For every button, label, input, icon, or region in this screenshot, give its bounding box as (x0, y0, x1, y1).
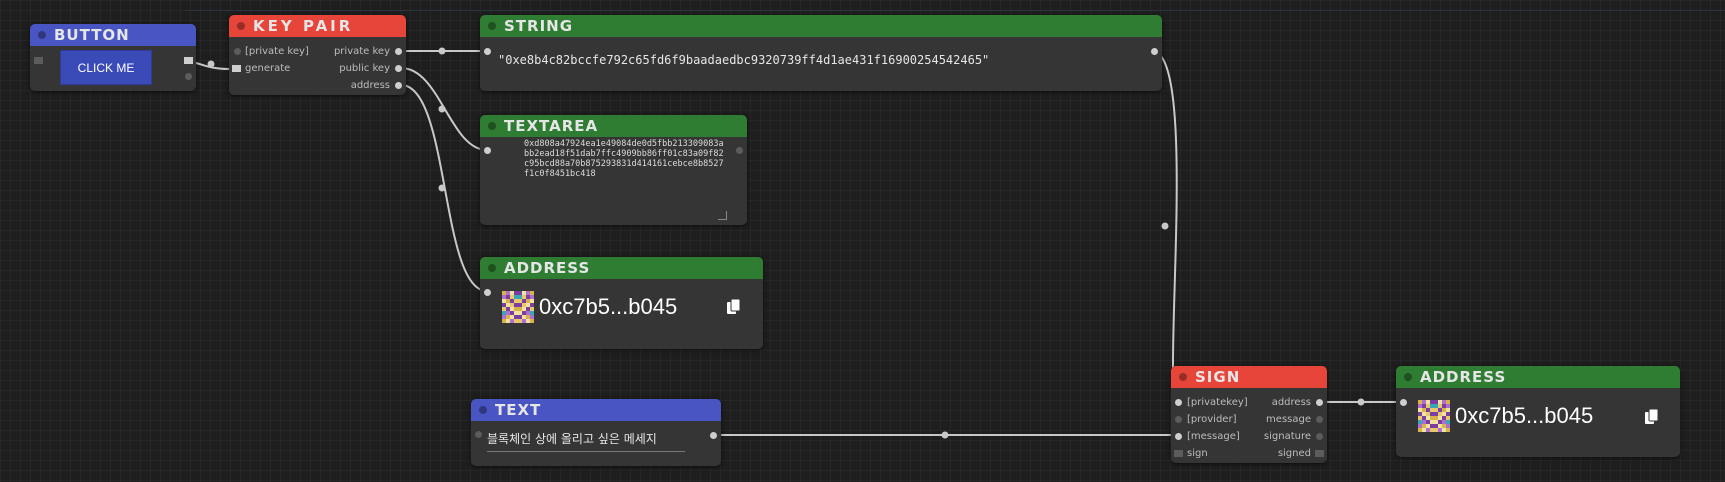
address-node[interactable]: ADDRESS 0xc7b5...b045 (480, 257, 763, 349)
node-title: SIGN (1195, 368, 1241, 386)
textarea-node[interactable]: TEXTAREA 0xd808a47924ea1e49084de0d5fbb21… (480, 115, 747, 225)
input-pin-private-key[interactable] (234, 48, 241, 55)
blockie-identicon (502, 291, 534, 323)
output-pin[interactable] (736, 147, 743, 154)
output-pin[interactable] (1151, 48, 1158, 55)
node-header[interactable]: SIGN (1171, 366, 1327, 388)
string-node[interactable]: STRING "0xe8b4c82bccfe792c65fd6f9baadaed… (480, 15, 1162, 91)
input-label-privatekey: [privatekey] (1187, 397, 1248, 408)
graph-canvas[interactable]: BUTTON CLICK ME KEY PAIR [private key] g… (0, 0, 1725, 482)
collapse-dot-icon[interactable] (488, 264, 496, 272)
output-pin-address[interactable] (1316, 399, 1323, 406)
address-display: 0xc7b5...b045 (1418, 400, 1593, 432)
button-node[interactable]: BUTTON CLICK ME (30, 24, 196, 91)
resize-grip-icon[interactable] (718, 211, 727, 220)
text-input[interactable]: 블록체인 상에 올리고 싶은 메세지 (487, 430, 685, 452)
output-slot-dot[interactable] (185, 73, 192, 80)
wire-midpoint-2 (438, 47, 446, 55)
input-pin-message[interactable] (1175, 433, 1182, 440)
click-me-button[interactable]: CLICK ME (60, 50, 152, 85)
wire-midpoint-6 (1357, 398, 1365, 406)
output-pin-public-key[interactable] (395, 65, 402, 72)
node-title: ADDRESS (1420, 368, 1507, 386)
address-value: 0xc7b5...b045 (539, 294, 678, 319)
output-pin-address[interactable] (395, 82, 402, 89)
output-label-message: message (1266, 414, 1311, 425)
node-header[interactable]: TEXTAREA (480, 115, 747, 137)
input-pin[interactable] (1400, 399, 1407, 406)
input-pin[interactable] (484, 147, 491, 154)
wire-midpoint-4 (438, 184, 446, 192)
output-label-address: address (350, 80, 390, 91)
collapse-dot-icon[interactable] (237, 22, 245, 30)
output-label-public-key: public key (339, 63, 390, 74)
collapse-dot-icon[interactable] (488, 22, 496, 30)
node-header[interactable]: KEY PAIR (229, 15, 406, 37)
output-pin-private-key[interactable] (395, 48, 402, 55)
node-header[interactable]: ADDRESS (1396, 366, 1680, 388)
node-header[interactable]: TEXT (471, 399, 721, 421)
textarea-field[interactable]: 0xd808a47924ea1e49084de0d5fbb213309083ab… (524, 139, 726, 213)
collapse-dot-icon[interactable] (1404, 373, 1412, 381)
blockie-identicon (1418, 400, 1450, 432)
output-slot-square[interactable] (184, 57, 193, 64)
input-label-generate: generate (245, 63, 291, 74)
wire-midpoint-3 (438, 105, 446, 113)
output-pin-signature[interactable] (1316, 433, 1323, 440)
output-pin[interactable] (710, 432, 717, 439)
input-pin-provider[interactable] (1175, 416, 1182, 423)
node-title: ADDRESS (504, 259, 591, 277)
output-label-private-key: private key (333, 46, 390, 57)
output-pin-signed[interactable] (1315, 450, 1324, 457)
key-pair-node[interactable]: KEY PAIR [private key] generate private … (229, 15, 406, 95)
address-display: 0xc7b5...b045 (502, 291, 677, 323)
node-header[interactable]: ADDRESS (480, 257, 763, 279)
input-label-provider: [provider] (1187, 414, 1237, 425)
text-node[interactable]: TEXT 블록체인 상에 올리고 싶은 메세지 (471, 399, 721, 466)
output-label-address: address (1271, 397, 1311, 408)
node-header[interactable]: BUTTON (30, 24, 196, 46)
input-pin-privatekey[interactable] (1175, 399, 1182, 406)
address-value: 0xc7b5...b045 (1455, 403, 1594, 428)
collapse-dot-icon[interactable] (38, 31, 46, 39)
wire-midpoint-1 (207, 60, 215, 68)
input-pin[interactable] (484, 289, 491, 296)
wire-midpoint-7 (941, 431, 949, 439)
wire-midpoint-5 (1161, 222, 1169, 230)
collapse-dot-icon[interactable] (1179, 373, 1187, 381)
output-pin-message[interactable] (1316, 416, 1323, 423)
node-title: KEY PAIR (253, 17, 354, 35)
address-node[interactable]: ADDRESS 0xc7b5...b045 (1396, 366, 1680, 457)
node-header[interactable]: STRING (480, 15, 1162, 37)
input-pin[interactable] (484, 48, 491, 55)
input-pin-generate[interactable] (232, 65, 241, 72)
copy-icon[interactable] (727, 299, 741, 315)
sign-node[interactable]: SIGN [privatekey] [provider] [message] s… (1171, 366, 1327, 463)
input-label-message: [message] (1187, 431, 1240, 442)
output-label-signed: signed (1277, 448, 1311, 459)
input-label-private-key: [private key] (245, 46, 309, 57)
string-value[interactable]: "0xe8b4c82bccfe792c65fd6f9baadaedbc93207… (498, 53, 989, 67)
input-pin[interactable] (475, 431, 482, 438)
collapse-dot-icon[interactable] (479, 406, 487, 414)
output-label-signature: signature (1263, 431, 1311, 442)
input-slot-square[interactable] (34, 57, 43, 64)
node-title: TEXTAREA (504, 117, 599, 135)
input-label-sign: sign (1187, 448, 1208, 459)
input-pin-sign[interactable] (1174, 450, 1183, 457)
collapse-dot-icon[interactable] (488, 122, 496, 130)
node-title: BUTTON (54, 26, 130, 44)
node-title: STRING (504, 17, 574, 35)
node-title: TEXT (495, 401, 542, 419)
copy-icon[interactable] (1645, 409, 1659, 425)
